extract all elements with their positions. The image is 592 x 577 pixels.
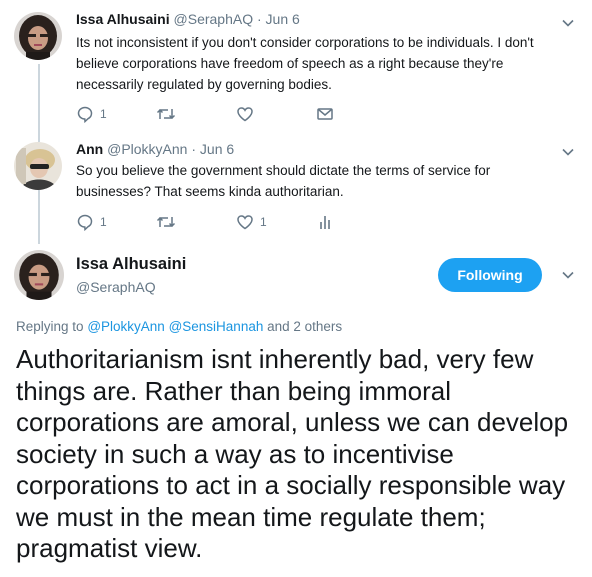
heart-icon xyxy=(236,105,254,123)
user-handle[interactable]: @SeraphAQ xyxy=(174,11,254,27)
reply-count: 1 xyxy=(100,107,107,121)
reply-icon xyxy=(76,213,94,231)
user-handle[interactable]: @SeraphAQ xyxy=(76,279,156,295)
replying-to-others[interactable]: and 2 others xyxy=(267,319,342,334)
tweet-text: So you believe the government should dic… xyxy=(76,163,491,199)
display-name[interactable]: Ann xyxy=(76,141,103,157)
user-handle[interactable]: @PlokkyAnn xyxy=(107,141,187,157)
following-button[interactable]: Following xyxy=(438,258,542,292)
tweet-header: Ann @PlokkyAnn · Jun 6 xyxy=(76,141,234,157)
like-button[interactable] xyxy=(236,105,260,123)
chevron-down-icon[interactable] xyxy=(561,145,575,159)
main-tweet-text: Authoritarianism isnt inherently bad, ve… xyxy=(16,344,569,563)
retweet-icon xyxy=(156,213,176,231)
like-button[interactable]: 1 xyxy=(236,213,267,231)
envelope-icon xyxy=(316,105,334,123)
reply-count: 1 xyxy=(100,215,107,229)
retweet-button[interactable] xyxy=(156,213,182,231)
avatar[interactable] xyxy=(14,12,62,60)
tweet-date[interactable]: · Jun 6 xyxy=(257,11,300,27)
tweet-text: Its not inconsistent if you don't consid… xyxy=(76,35,534,92)
thread-line xyxy=(38,64,40,142)
thread-line xyxy=(38,190,40,244)
mention-link[interactable]: @SensiHannah xyxy=(169,319,264,334)
retweet-button[interactable] xyxy=(156,105,182,123)
like-count: 1 xyxy=(260,215,267,229)
tweet-header: Issa Alhusaini @SeraphAQ · Jun 6 xyxy=(76,11,300,27)
avatar[interactable] xyxy=(14,142,62,190)
analytics-button[interactable] xyxy=(316,213,334,231)
replying-to-label: Replying to xyxy=(16,319,84,334)
dm-button[interactable] xyxy=(316,105,334,123)
heart-icon xyxy=(236,213,254,231)
retweet-icon xyxy=(156,105,176,123)
reply-button[interactable]: 1 xyxy=(76,213,107,231)
chevron-down-icon[interactable] xyxy=(561,16,575,30)
display-name[interactable]: Issa Alhusaini xyxy=(76,11,170,27)
replying-to: Replying to @PlokkyAnn @SensiHannah and … xyxy=(16,319,342,334)
display-name[interactable]: Issa Alhusaini xyxy=(76,255,186,274)
reply-icon xyxy=(76,105,94,123)
mention-link[interactable]: @PlokkyAnn xyxy=(87,319,165,334)
analytics-icon xyxy=(316,213,334,231)
tweet-date[interactable]: · Jun 6 xyxy=(191,141,234,157)
chevron-down-icon[interactable] xyxy=(561,268,575,282)
avatar[interactable] xyxy=(14,250,64,300)
reply-button[interactable]: 1 xyxy=(76,105,107,123)
